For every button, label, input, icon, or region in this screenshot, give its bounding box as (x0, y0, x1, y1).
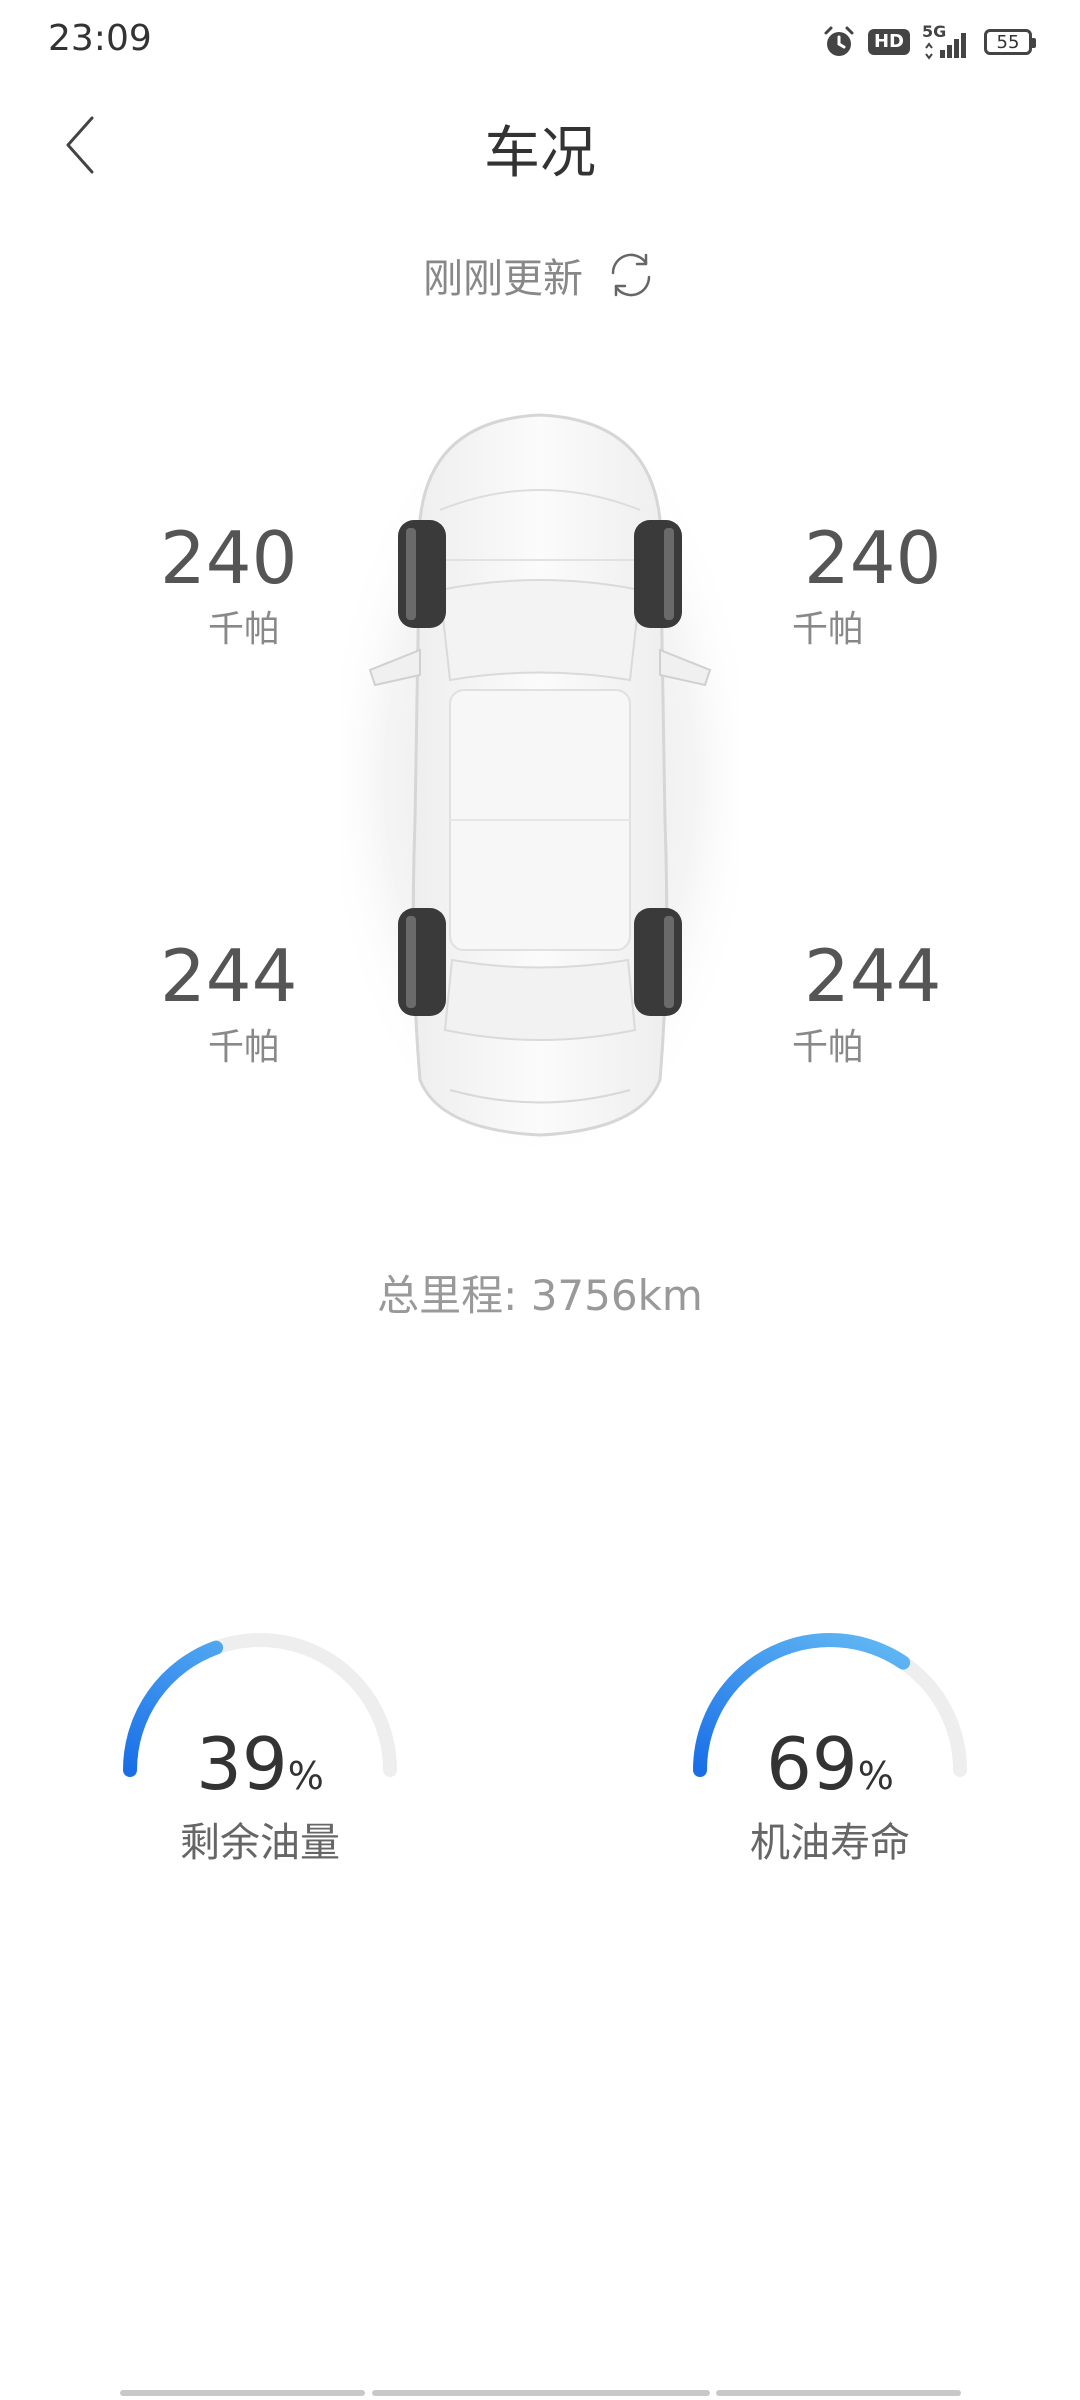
tire-unit-rear-right: 千帕 (792, 1027, 865, 1068)
oil-unit: % (857, 1754, 894, 1798)
page-title: 车况 (484, 121, 596, 186)
tire-pressure-rear-left: 244 (160, 934, 298, 1018)
tire-rear-right (634, 908, 682, 1016)
alarm-icon (822, 25, 856, 59)
tire-pressure-front-right: 240 (804, 516, 942, 600)
oil-life-gauge: 69% 机油寿命 (680, 1620, 980, 1866)
fuel-gauge: 39% 剩余油量 (110, 1620, 410, 1866)
oil-label: 机油寿命 (750, 1820, 910, 1866)
fuel-number: 39 (196, 1722, 288, 1806)
tire-front-right (634, 520, 682, 628)
total-mileage: 总里程: 3756km (0, 1262, 1080, 1323)
battery-icon: 55 (984, 29, 1036, 55)
hd-icon: HD (867, 29, 910, 55)
mileage-label: 总里程: (377, 1271, 531, 1320)
tire-unit-front-left: 千帕 (208, 609, 281, 650)
status-icons: HD 5G 55 (822, 22, 1036, 62)
status-time: 23:09 (48, 18, 152, 59)
oil-value: 69% (680, 1722, 980, 1806)
battery-level: 55 (996, 31, 1020, 53)
fuel-label: 剩余油量 (180, 1820, 340, 1866)
mileage-value: 3756km (530, 1271, 703, 1320)
tire-rear-left (398, 908, 446, 1016)
5g-signal-icon: 5G (922, 22, 972, 60)
tire-pressure-front-left: 240 (160, 516, 298, 600)
nav-indicator-right (716, 2390, 961, 2396)
tire-unit-front-right: 千帕 (792, 609, 865, 650)
refresh-icon (611, 253, 651, 297)
update-status: 刚刚更新 (423, 256, 583, 302)
tire-front-left (398, 520, 446, 628)
fuel-value: 39% (110, 1722, 410, 1806)
refresh-button[interactable] (605, 249, 657, 301)
nav-indicator-left (120, 2390, 365, 2396)
fuel-unit: % (287, 1754, 324, 1798)
oil-number: 69 (766, 1722, 858, 1806)
nav-indicator-home[interactable] (372, 2390, 710, 2396)
tire-unit-rear-left: 千帕 (208, 1027, 281, 1068)
tire-pressure-rear-right: 244 (804, 934, 942, 1018)
car-illustration (320, 390, 760, 1170)
update-row: 刚刚更新 (0, 246, 1080, 304)
